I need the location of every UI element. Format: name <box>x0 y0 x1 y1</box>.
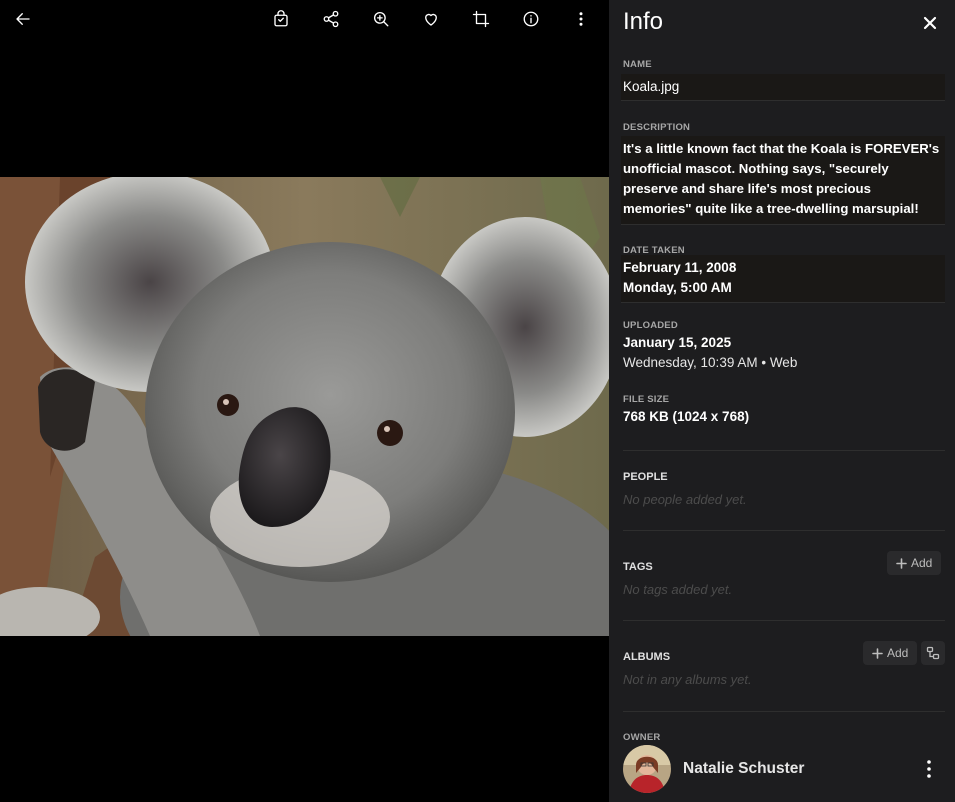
uploaded-time: Wednesday, 10:39 AM • Web <box>623 355 798 370</box>
divider <box>623 530 945 531</box>
info-icon[interactable] <box>520 8 542 30</box>
add-album-label: Add <box>887 646 909 660</box>
owner-label: OWNER <box>623 732 661 743</box>
people-empty: No people added yet. <box>623 492 747 507</box>
info-title: Info <box>623 8 664 35</box>
photo-viewer <box>0 0 609 802</box>
file-size-label: FILE SIZE <box>623 394 670 405</box>
divider <box>623 711 945 712</box>
divider <box>623 450 945 451</box>
add-tag-button[interactable]: Add <box>887 551 942 575</box>
plus-icon <box>896 557 907 569</box>
uploaded-label: UPLOADED <box>623 320 678 331</box>
description-field[interactable]: It's a little known fact that the Koala … <box>621 136 945 225</box>
plus-icon <box>872 647 883 659</box>
tags-title: TAGS <box>623 561 653 573</box>
file-size-value: 768 KB (1024 x 768) <box>623 409 750 424</box>
uploaded-date: January 15, 2025 <box>623 335 732 350</box>
crop-icon[interactable] <box>470 8 492 30</box>
info-panel: Info NAME Koala.jpg DESCRIPTION It's a l… <box>609 0 955 802</box>
koala-photo[interactable] <box>0 177 609 636</box>
name-label: NAME <box>623 59 652 70</box>
tags-empty: No tags added yet. <box>623 582 733 597</box>
owner-name: Natalie Schuster <box>683 760 805 777</box>
description-label: DESCRIPTION <box>623 122 691 133</box>
albums-title: ALBUMS <box>623 651 671 663</box>
add-album-button[interactable]: Add <box>863 641 918 665</box>
date-taken-time: Monday, 5:00 AM <box>623 280 732 295</box>
add-tag-label: Add <box>911 556 933 570</box>
heart-icon[interactable] <box>420 8 442 30</box>
avatar[interactable] <box>623 745 671 793</box>
back-arrow-icon[interactable] <box>12 8 34 30</box>
album-hierarchy-button[interactable] <box>921 641 945 665</box>
date-taken-field[interactable]: February 11, 2008 Monday, 5:00 AM <box>621 255 945 303</box>
shopping-bag-icon[interactable] <box>270 8 292 30</box>
divider <box>623 620 945 621</box>
close-icon[interactable] <box>919 12 941 34</box>
name-field[interactable]: Koala.jpg <box>621 74 945 101</box>
more-vert-icon[interactable] <box>570 8 592 30</box>
share-icon[interactable] <box>320 8 342 30</box>
date-taken-date: February 11, 2008 <box>623 260 737 275</box>
zoom-in-icon[interactable] <box>370 8 392 30</box>
albums-empty: Not in any albums yet. <box>623 672 752 687</box>
people-title: PEOPLE <box>623 471 668 483</box>
hierarchy-icon <box>926 646 940 660</box>
owner-more-icon[interactable] <box>919 759 939 779</box>
